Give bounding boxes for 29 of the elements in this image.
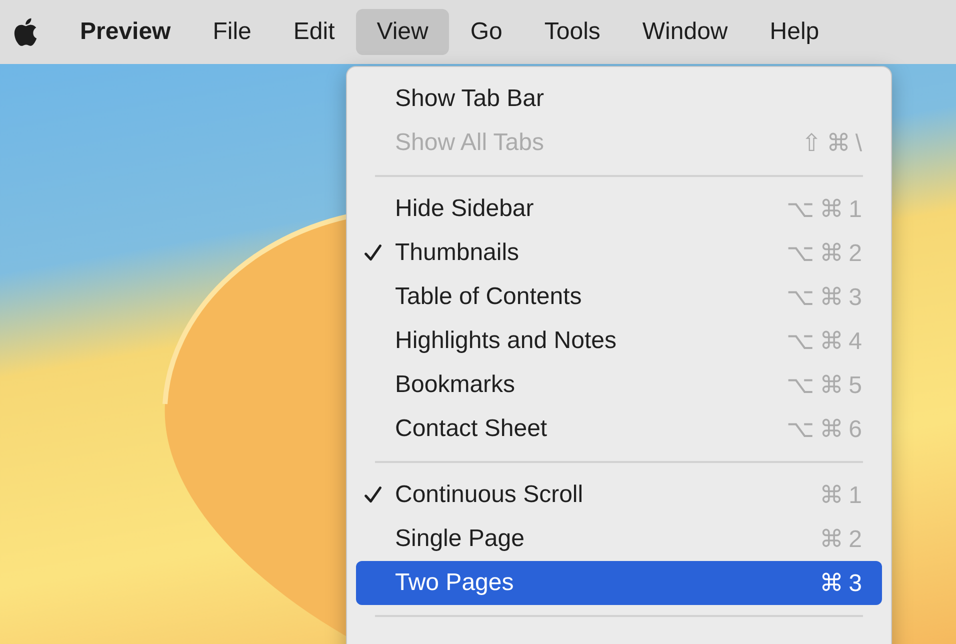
keyboard-shortcut: ⌘2 xyxy=(820,524,867,554)
menu-item[interactable]: Bookmarks ⌥⌘5 xyxy=(356,363,882,407)
menu-item[interactable]: Hide Sidebar ⌥⌘1 xyxy=(356,187,882,231)
keyboard-shortcut: ⌥⌘3 xyxy=(786,282,867,312)
keyboard-shortcut: ⌥⌘4 xyxy=(786,326,867,356)
keyboard-shortcut: ⌥⌘1 xyxy=(786,194,867,224)
keyboard-shortcut: ⇧⌘\ xyxy=(801,128,867,158)
menu-item[interactable]: Contact Sheet ⌥⌘6 xyxy=(356,407,882,451)
menu-bar-item[interactable]: Window xyxy=(621,9,749,55)
menu-bar-item[interactable]: Help xyxy=(748,9,840,55)
menu-bar-item[interactable]: Go xyxy=(449,9,524,55)
menu-item[interactable]: Highlights and Notes ⌥⌘4 xyxy=(356,319,882,363)
menu-item[interactable]: Continuous Scroll ⌘1 xyxy=(356,473,882,517)
menu-item[interactable]: Show Tab Bar xyxy=(356,77,882,121)
menu-bar-item[interactable]: Tools xyxy=(523,9,622,55)
apple-logo-icon[interactable] xyxy=(12,17,38,47)
keyboard-shortcut: ⌘3 xyxy=(820,568,867,598)
menu-bar-item[interactable]: File xyxy=(192,9,272,55)
menu-bar-item[interactable]: View xyxy=(356,9,450,55)
menu-item[interactable]: Single Page ⌘2 xyxy=(356,517,882,561)
keyboard-shortcut: ⌥⌘5 xyxy=(786,370,867,400)
menu-item[interactable]: Thumbnails ⌥⌘2 xyxy=(356,231,882,275)
menu-item[interactable]: Two Pages ⌘3 xyxy=(356,561,882,605)
keyboard-shortcut: ⌥⌘6 xyxy=(786,414,867,444)
menu-bar-item[interactable]: Edit xyxy=(272,9,356,55)
keyboard-shortcut: ⌥⌘2 xyxy=(786,238,867,268)
app-menu[interactable]: Preview xyxy=(59,9,192,55)
keyboard-shortcut: ⌘1 xyxy=(820,480,867,510)
menu-item[interactable]: Table of Contents ⌥⌘3 xyxy=(356,275,882,319)
